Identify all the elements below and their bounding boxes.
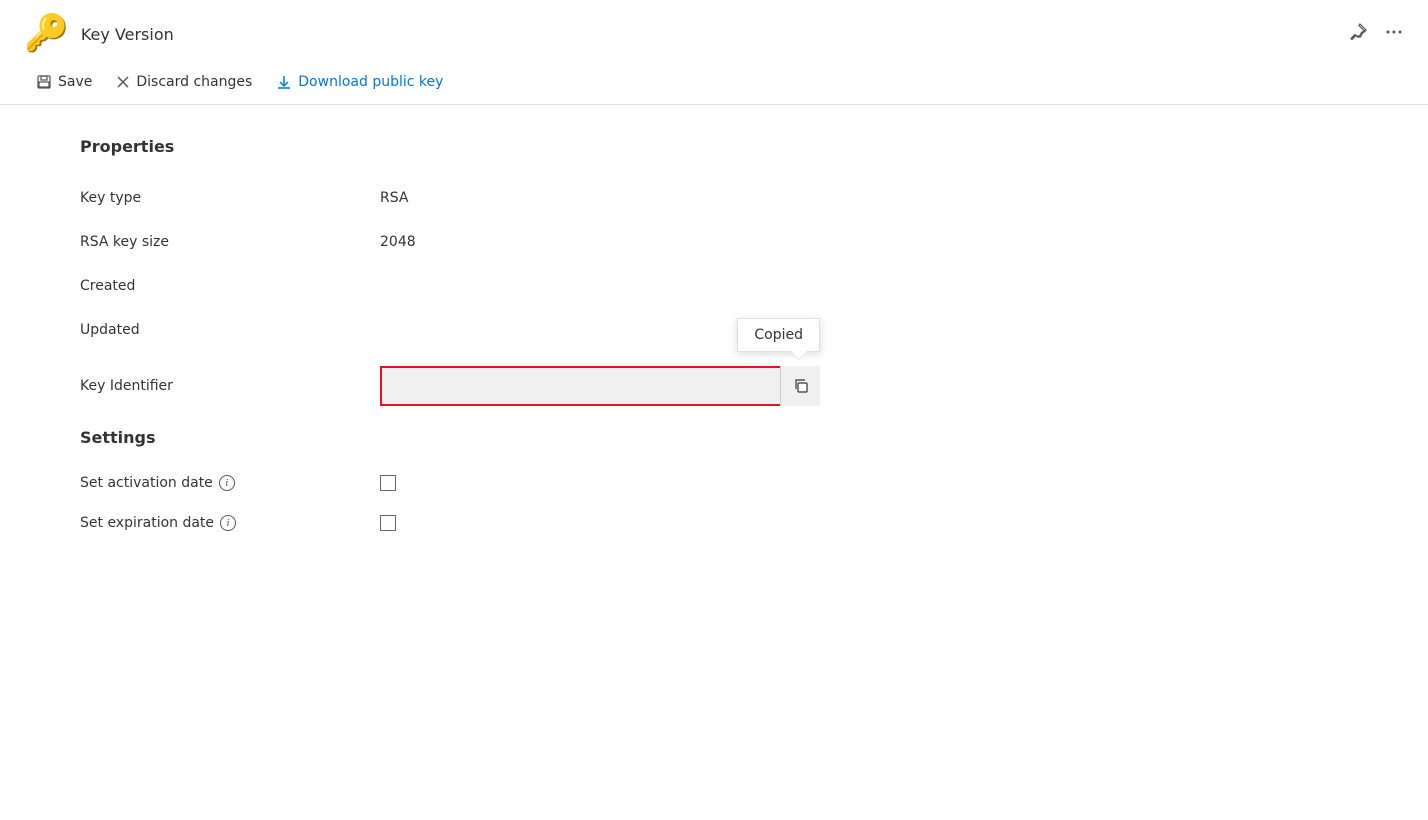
rsa-key-size-label: RSA key size	[80, 234, 380, 250]
copy-icon	[793, 378, 809, 394]
download-label: Download public key	[298, 74, 443, 90]
key-type-label: Key type	[80, 190, 380, 206]
download-icon	[276, 74, 292, 90]
header-right	[1348, 22, 1404, 47]
key-icon: 🔑	[24, 16, 69, 52]
copy-button[interactable]	[780, 366, 820, 406]
settings-heading: Settings	[80, 428, 820, 447]
download-public-key-button[interactable]: Download public key	[264, 68, 455, 96]
rsa-key-size-row: RSA key size 2048	[80, 220, 820, 264]
key-identifier-input-wrap: Copied	[380, 366, 820, 406]
activation-date-row: Set activation date i	[80, 463, 820, 503]
discard-icon	[116, 75, 130, 89]
key-identifier-input[interactable]	[380, 366, 820, 406]
updated-row: Updated	[80, 308, 820, 352]
expiration-info-icon[interactable]: i	[220, 515, 236, 531]
expiration-date-row: Set expiration date i	[80, 503, 820, 543]
activation-date-label: Set activation date i	[80, 475, 380, 491]
properties-heading: Properties	[80, 137, 820, 156]
save-button[interactable]: Save	[24, 68, 104, 96]
created-label: Created	[80, 278, 380, 294]
expiration-date-checkbox[interactable]	[380, 515, 396, 531]
settings-section: Settings Set activation date i Set expir…	[80, 428, 820, 543]
header-left: 🔑 Key Version	[24, 16, 174, 52]
key-type-value: RSA	[380, 190, 408, 206]
activation-date-checkbox[interactable]	[380, 475, 396, 491]
pin-icon[interactable]	[1348, 22, 1368, 47]
expiration-date-text: Set expiration date	[80, 515, 214, 531]
save-icon	[36, 74, 52, 90]
updated-label: Updated	[80, 322, 380, 338]
expiration-date-label: Set expiration date i	[80, 515, 380, 531]
page-title: Key Version	[81, 25, 174, 44]
more-options-icon[interactable]	[1384, 22, 1404, 47]
activation-info-icon[interactable]: i	[219, 475, 235, 491]
rsa-key-size-value: 2048	[380, 234, 416, 250]
discard-label: Discard changes	[136, 74, 252, 90]
key-type-row: Key type RSA	[80, 176, 820, 220]
page-header: 🔑 Key Version	[0, 0, 1428, 60]
key-identifier-label: Key Identifier	[80, 378, 380, 394]
copied-tooltip: Copied	[737, 318, 820, 352]
toolbar: Save Discard changes Download public key	[0, 60, 1428, 105]
main-content: Properties Key type RSA RSA key size 204…	[0, 105, 900, 575]
discard-button[interactable]: Discard changes	[104, 68, 264, 96]
key-identifier-row: Key Identifier Copied	[80, 352, 820, 420]
created-row: Created	[80, 264, 820, 308]
activation-date-text: Set activation date	[80, 475, 213, 491]
save-label: Save	[58, 74, 92, 90]
